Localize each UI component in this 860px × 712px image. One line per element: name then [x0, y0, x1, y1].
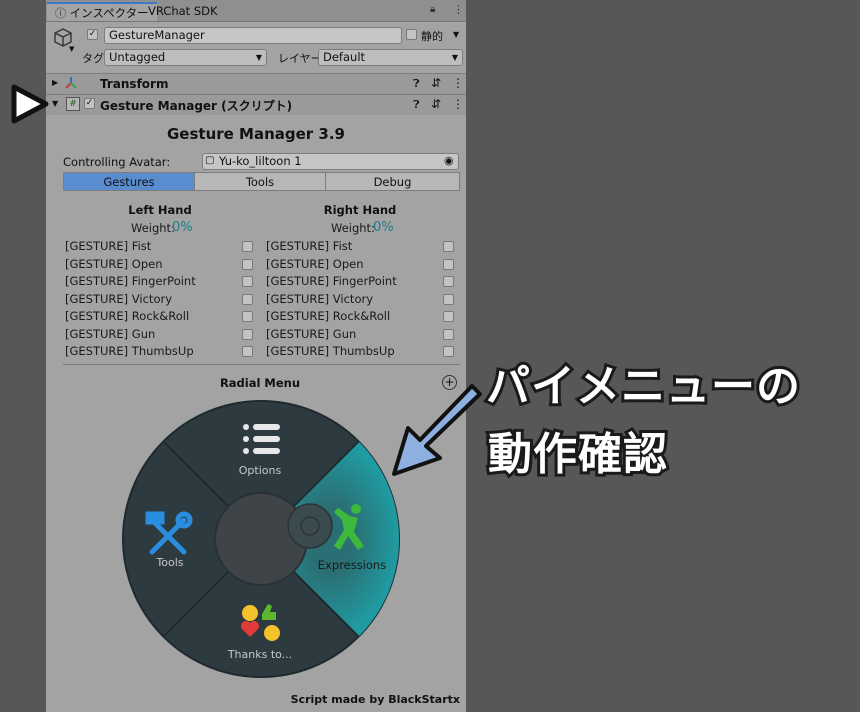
lock-icon[interactable]: 🔒︎	[430, 4, 435, 15]
left-gesture-checkbox[interactable]	[242, 346, 253, 357]
gesture-manager-title: Gesture Manager (スクリプト)	[100, 99, 293, 113]
left-gesture-label: [GESTURE] Victory	[65, 292, 173, 306]
prefab-cube-icon: ▢	[205, 155, 215, 166]
static-checkbox[interactable]	[406, 29, 417, 40]
transform-icon	[64, 76, 78, 93]
static-label: 静的	[421, 30, 443, 43]
left-gesture-checkbox[interactable]	[242, 311, 253, 322]
left-gesture-label: [GESTURE] Open	[65, 257, 163, 271]
tab-tools[interactable]: Tools	[194, 172, 326, 191]
right-gesture-checkbox[interactable]	[443, 311, 454, 322]
tab-gestures[interactable]: Gestures	[63, 172, 195, 191]
right-hand-title: Right Hand	[323, 203, 397, 217]
kebab-menu-icon[interactable]: ⋮	[452, 76, 464, 90]
layer-dropdown[interactable]: Default ▼	[318, 49, 463, 66]
foldout-collapsed-icon[interactable]: ▶	[52, 78, 58, 87]
foldout-expanded-icon[interactable]: ▼	[52, 99, 58, 108]
right-gesture-checkbox[interactable]	[443, 294, 454, 305]
left-weight-value: 0%	[172, 220, 193, 235]
avatar-value: Yu-ko_liltoon 1	[219, 154, 302, 168]
right-gesture-checkbox[interactable]	[443, 259, 454, 270]
radial-menu[interactable]	[122, 400, 400, 681]
radial-expressions-label: Expressions	[317, 558, 387, 572]
avatar-object-field[interactable]: Yu-ko_liltoon 1	[202, 153, 459, 170]
object-picker-icon[interactable]: ◉	[444, 154, 454, 167]
left-gesture-checkbox[interactable]	[242, 241, 253, 252]
radial-options-label: Options	[238, 464, 282, 477]
left-gesture-label: [GESTURE] FingerPoint	[65, 274, 196, 288]
chevron-down-icon: ▼	[451, 53, 458, 62]
left-gesture-checkbox[interactable]	[242, 329, 253, 340]
left-gesture-label: [GESTURE] Gun	[65, 327, 156, 341]
help-icon[interactable]: ❓︎	[413, 98, 420, 112]
object-name-field[interactable]: GestureManager	[104, 27, 402, 44]
transform-title: Transform	[100, 77, 169, 91]
component-version-title: Gesture Manager 3.9	[166, 125, 345, 143]
left-gesture-checkbox[interactable]	[242, 294, 253, 305]
right-weight-value: 0%	[373, 220, 394, 235]
settings-sliders-icon[interactable]: ⇵	[431, 76, 441, 90]
left-gesture-checkbox[interactable]	[242, 276, 253, 287]
settings-sliders-icon[interactable]: ⇵	[431, 97, 441, 111]
tab-vrchat-sdk-label: VRChat SDK	[148, 4, 218, 18]
right-gesture-label: [GESTURE] Gun	[266, 327, 357, 341]
tab-debug[interactable]: Debug	[325, 172, 460, 191]
right-gesture-label: [GESTURE] Rock&Roll	[266, 309, 391, 323]
help-icon[interactable]: ❓︎	[413, 77, 420, 91]
tag-label: タグ	[82, 52, 104, 65]
right-gesture-label: [GESTURE] FingerPoint	[266, 274, 397, 288]
footer-credit: Script made by BlackStartx	[290, 693, 460, 706]
tab-vrchat-sdk[interactable]: VRChat SDK	[140, 2, 226, 21]
layer-label: レイヤー	[278, 52, 322, 65]
script-hash-icon: #	[66, 97, 80, 111]
mode-tab-row: Gestures Tools Debug	[63, 172, 460, 191]
kebab-menu-icon[interactable]: ⋮	[453, 3, 464, 16]
play-arrow-annotation-icon	[10, 83, 50, 128]
active-checkbox[interactable]: ✓	[87, 29, 98, 40]
tag-dropdown[interactable]: Untagged ▼	[104, 49, 267, 66]
tag-value: Untagged	[109, 50, 166, 64]
left-gesture-label: [GESTURE] Fist	[65, 239, 152, 253]
icon-dropdown-arrow[interactable]: ▼	[69, 45, 74, 53]
info-icon: ⓘ	[55, 7, 66, 20]
kebab-menu-icon[interactable]: ⋮	[452, 97, 464, 111]
left-weight-label: Weight:	[131, 221, 175, 235]
right-weight-label: Weight:	[331, 221, 375, 235]
right-gesture-checkbox[interactable]	[443, 276, 454, 287]
right-gesture-label: [GESTURE] ThumbsUp	[266, 344, 395, 358]
layer-value: Default	[323, 50, 366, 64]
left-gesture-label: [GESTURE] Rock&Roll	[65, 309, 190, 323]
component-enabled-checkbox[interactable]: ✓	[84, 98, 95, 109]
left-gesture-checkbox[interactable]	[242, 259, 253, 270]
radial-thanks-label: Thanks to...	[227, 648, 293, 661]
chevron-down-icon: ▼	[255, 53, 262, 62]
tab-inspector-label: インスペクター	[69, 6, 149, 20]
right-gesture-label: [GESTURE] Open	[266, 257, 364, 271]
right-gesture-checkbox[interactable]	[443, 241, 454, 252]
controlling-avatar-label: Controlling Avatar:	[63, 155, 171, 169]
left-hand-title: Left Hand	[128, 203, 192, 217]
right-gesture-label: [GESTURE] Victory	[266, 292, 374, 306]
left-gesture-label: [GESTURE] ThumbsUp	[65, 344, 194, 358]
options-list-icon	[243, 424, 280, 454]
annotation-arrow-icon	[388, 380, 488, 483]
annotation-line2: 動作確認	[485, 426, 670, 483]
right-gesture-checkbox[interactable]	[443, 346, 454, 357]
right-gesture-checkbox[interactable]	[443, 329, 454, 340]
static-dropdown-arrow[interactable]: ▼	[453, 30, 459, 39]
annotation-line1: パイメニューの	[483, 358, 803, 415]
radial-tools-label: Tools	[156, 556, 184, 569]
divider	[63, 364, 460, 365]
right-gesture-label: [GESTURE] Fist	[266, 239, 353, 253]
